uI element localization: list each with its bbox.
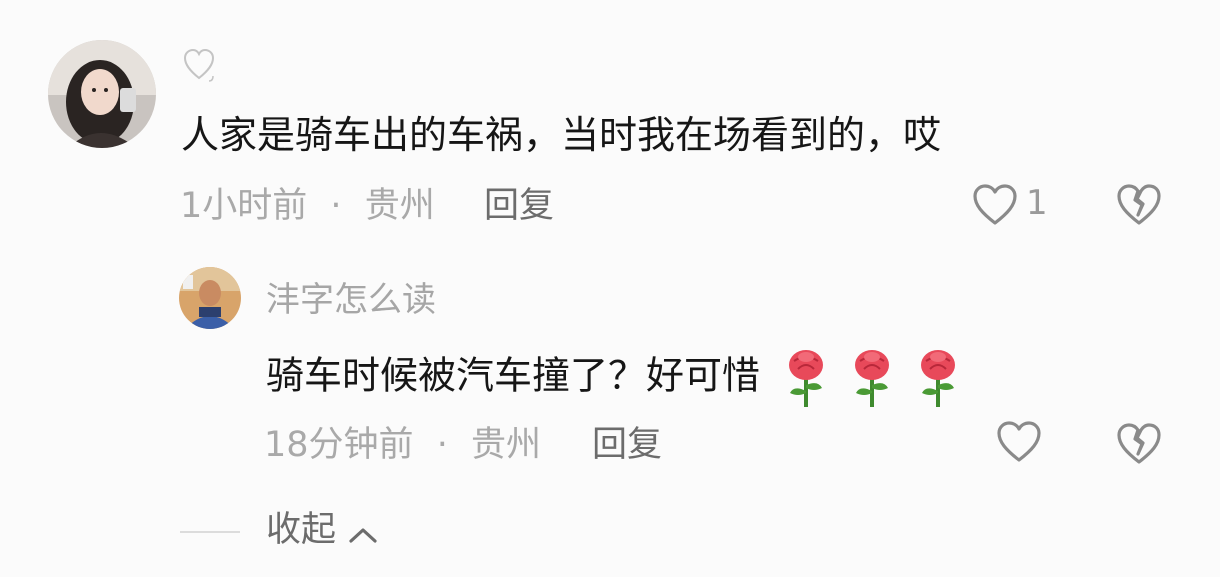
chevron-up-icon [347,524,379,550]
reply-reply-button[interactable]: 回复 [592,423,662,467]
reply-time: 18分钟前 [264,425,414,465]
heart-icon [972,183,1018,231]
reply-location: 贵州 [470,425,541,465]
separator-dot: · [436,425,448,465]
avatar[interactable] [48,40,156,148]
comment-meta: 1小时前 · 贵州 [180,184,435,228]
collapse-divider [180,531,240,533]
mini-heart-icon [183,48,219,84]
reply-dislike-button[interactable] [1115,421,1163,467]
rose-icon [921,350,956,407]
broken-heart-icon [1115,423,1163,471]
reply-username[interactable]: 沣字怎么读 [266,278,436,322]
rose-emojis [780,347,964,409]
rose-icon [789,350,824,407]
comment-time: 1小时前 [180,186,308,226]
separator-dot: · [330,186,342,226]
dislike-button[interactable] [1115,182,1163,228]
rose-icon [855,350,890,407]
collapse-label: 收起 [266,510,337,550]
reply-avatar[interactable] [179,267,241,329]
reply-text-line: 骑车时候被汽车撞了？好可惜 [266,347,964,409]
reply-meta: 18分钟前 · 贵州 [264,423,541,467]
heart-icon [996,421,1042,468]
reply-like-button[interactable] [996,420,1044,468]
broken-heart-icon [1115,184,1163,232]
comment-text: 人家是骑车出的车祸，当时我在场看到的，哎 [181,113,942,157]
collapse-button[interactable]: 收起 [266,508,379,554]
like-button[interactable]: 1 [972,181,1052,229]
like-count: 1 [1026,183,1048,223]
reply-text: 骑车时候被汽车撞了？好可惜 [266,353,761,398]
comment-location: 贵州 [364,186,435,226]
reply-button[interactable]: 回复 [484,184,554,228]
